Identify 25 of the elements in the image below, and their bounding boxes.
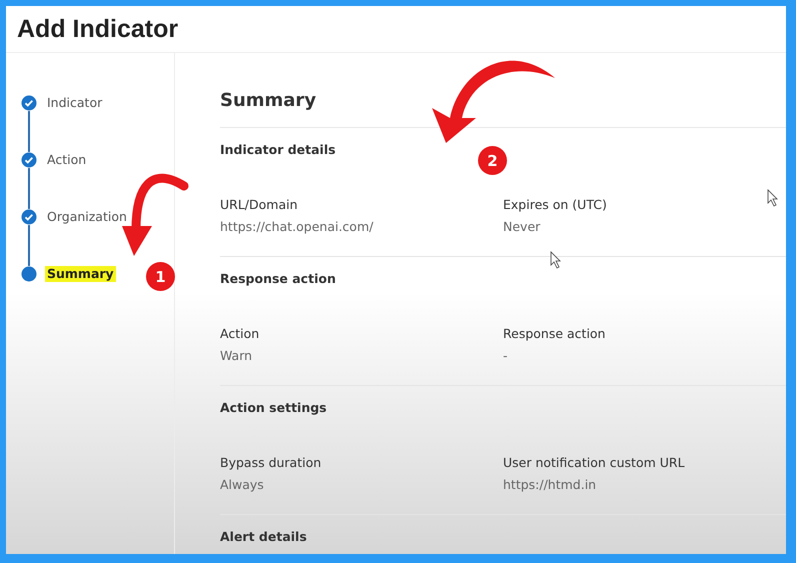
field-value: Never	[503, 218, 540, 236]
step-label[interactable]: Action	[47, 152, 86, 168]
section-title: Response action	[220, 270, 337, 288]
step-label[interactable]: Indicator	[47, 95, 102, 111]
number-badge: 2	[478, 146, 507, 175]
page-title: Add Indicator	[17, 14, 178, 44]
step-label[interactable]: Summary	[45, 266, 116, 282]
field-value: Always	[220, 476, 264, 494]
field-value: https://chat.openai.com/	[220, 218, 374, 236]
field-label: Action	[220, 325, 260, 343]
field-value: https://htmd.in	[503, 476, 596, 494]
field-value: Warn	[220, 347, 252, 365]
section-title: Alert details	[220, 528, 308, 546]
step-label[interactable]: Organization	[47, 209, 127, 225]
field-label: User notification custom URL	[503, 454, 685, 472]
cursor-icon	[768, 189, 778, 207]
number-badge: 1	[146, 262, 175, 291]
cursor-icon	[550, 251, 561, 269]
section-title: Indicator details	[220, 141, 337, 159]
section-title: Action settings	[220, 399, 328, 417]
field-value: -	[503, 347, 508, 365]
field-label: Response action	[503, 325, 606, 343]
field-label: Expires on (UTC)	[503, 196, 607, 214]
field-label: Bypass duration	[220, 454, 322, 472]
field-label: URL/Domain	[220, 196, 298, 214]
